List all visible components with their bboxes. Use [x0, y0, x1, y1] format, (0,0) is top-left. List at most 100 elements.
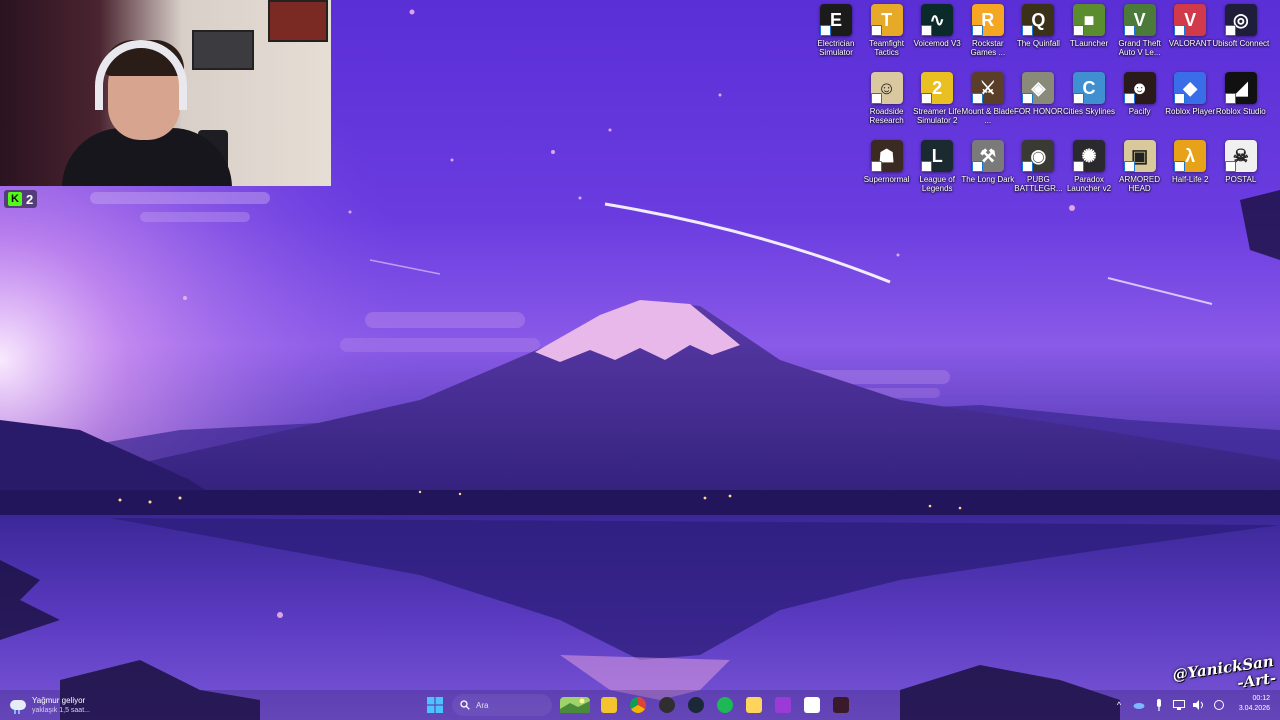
pubg-icon: ◉ [1022, 140, 1055, 172]
spotify-icon [717, 697, 733, 713]
wall-poster-car [268, 0, 328, 42]
desktop-shortcut[interactable]: ■ TLauncher [1063, 4, 1115, 66]
desktop-shortcut[interactable]: V Grand Theft Auto V Le... [1114, 4, 1166, 66]
supernormal-icon: ☗ [870, 140, 903, 172]
desktop-shortcut-label: Half-Life 2 [1171, 175, 1209, 184]
armored-head-icon: ▣ [1123, 140, 1156, 172]
ubisoft-connect-icon: ◎ [1224, 4, 1257, 36]
teamfight-tactics-icon: T [870, 4, 903, 36]
desktop-shortcut[interactable]: ⚒ The Long Dark [961, 140, 1015, 202]
rockstar-games-icon: R [971, 4, 1004, 36]
start-button[interactable] [424, 694, 446, 716]
pacify-icon: ☻ [1123, 72, 1156, 104]
microphone-icon[interactable] [1152, 698, 1166, 712]
desktop-shortcut-label: League of Legends [919, 175, 955, 193]
chevron-up-icon[interactable]: ^ [1112, 698, 1126, 712]
desktop-shortcut[interactable]: ☻ Pacify [1114, 72, 1166, 134]
desktop-shortcut-label: TLauncher [1069, 39, 1109, 48]
desktop-shortcut[interactable]: T Teamfight Tactics [861, 4, 913, 66]
desktop-shortcut[interactable]: C Cities Skylines [1063, 72, 1115, 134]
search-icon [460, 700, 470, 710]
desktop-shortcut-label: Paradox Launcher v2 [1066, 175, 1112, 193]
desktop-shortcut[interactable]: λ Half-Life 2 [1164, 140, 1216, 202]
desktop-shortcut[interactable]: ☠ POSTAL [1215, 140, 1267, 202]
desktop-shortcut[interactable]: ▣ ARMORED HEAD [1114, 140, 1166, 202]
volume-icon[interactable] [1192, 698, 1206, 712]
clock-time: 00:12 [1252, 695, 1270, 702]
desktop-shortcut[interactable]: ☺ Roadside Research [861, 72, 913, 134]
quinfall-icon: Q [1022, 4, 1055, 36]
desktop-shortcut[interactable]: 2 Streamer Life Simulator 2 [911, 72, 963, 134]
desktop-shortcut[interactable]: R Rockstar Games ... [962, 4, 1014, 66]
desktop-shortcut-label: Mount & Blade ... [961, 107, 1015, 125]
viewer-count: 2 [26, 191, 34, 207]
taskbar-app-files[interactable] [743, 694, 765, 716]
desktop-shortcut[interactable]: ☗ Supernormal [861, 140, 913, 202]
app-icon [775, 697, 791, 713]
taskbar-search[interactable]: Ara [452, 694, 552, 716]
desktop-shortcut-label: Roblox Studio [1215, 107, 1266, 116]
cities-skylines-icon: C [1073, 72, 1105, 104]
desktop-shortcut-label: Pacify [1128, 107, 1151, 116]
weather-widget[interactable]: Yağmur geliyor yaklaşık 1,5 saat... [10, 692, 90, 718]
desktop-shortcut[interactable]: ✺ Paradox Launcher v2 [1063, 140, 1115, 202]
widgets-landscape-icon [560, 697, 590, 713]
battery-icon[interactable] [1212, 698, 1226, 712]
desktop-shortcut-label: The Quinfall [1016, 39, 1060, 48]
taskbar-app-app-purple[interactable] [772, 694, 794, 716]
desktop-shortcut[interactable]: ◉ PUBG BATTLEGR... [1012, 140, 1064, 202]
folder-icon [746, 697, 762, 713]
desktop-shortcut-label: Cities Skylines [1062, 107, 1115, 116]
widgets-button[interactable] [558, 694, 592, 716]
windows-logo-icon [427, 697, 443, 713]
desktop-shortcut-label: Grand Theft Auto V Le... [1118, 39, 1161, 57]
desktop-shortcut-label: POSTAL [1225, 175, 1257, 184]
desktop-shortcut[interactable]: E Electrician Simulator [810, 4, 862, 66]
desktop-shortcut-label: Roblox Player [1165, 107, 1216, 116]
kick-viewer-badge: K 2 [4, 190, 38, 208]
league-of-legends-icon: L [921, 140, 954, 172]
cloud-sync-icon[interactable] [1132, 698, 1146, 712]
desktop-shortcut[interactable]: Q The Quinfall [1012, 4, 1064, 66]
for-honor-icon: ◈ [1022, 72, 1055, 104]
taskbar-app-file-explorer[interactable] [598, 694, 620, 716]
webcam-overlay [0, 0, 331, 186]
desktop-shortcut-label: Roadside Research [869, 107, 904, 125]
desktop-shortcut-label: Teamfight Tactics [869, 39, 904, 57]
desktop-shortcut[interactable]: ◎ Ubisoft Connect [1212, 4, 1269, 66]
kick-logo-icon: K [8, 192, 22, 206]
network-icon[interactable] [1172, 698, 1186, 712]
taskbar-app-steam[interactable] [685, 694, 707, 716]
taskbar-app-chrome[interactable] [627, 694, 649, 716]
streamer-life-simulator-icon: 2 [921, 72, 954, 104]
taskbar-app-app-dark[interactable] [830, 694, 852, 716]
taskbar-app-spotify[interactable] [714, 694, 736, 716]
taskbar-center: Ara [424, 692, 852, 718]
desktop-shortcut[interactable]: ⚔ Mount & Blade ... [962, 72, 1014, 134]
folder-icon [601, 697, 617, 713]
desktop-shortcut-label: Voicemod V3 [913, 39, 961, 48]
rain-cloud-icon [10, 700, 26, 714]
pinned-apps [598, 694, 852, 716]
electrician-simulator-icon: E [820, 4, 852, 36]
taskbar-clock[interactable]: 00:12 3.04.2026 [1226, 694, 1270, 714]
taskbar-app-store[interactable] [801, 694, 823, 716]
desktop-shortcut[interactable]: ◈ FOR HONOR [1012, 72, 1064, 134]
desktop-shortcut-label: The Long Dark [961, 175, 1015, 184]
taskbar-app-obs[interactable] [656, 694, 678, 716]
desktop-shortcut[interactable]: ◢ Roblox Studio [1215, 72, 1267, 134]
desktop-shortcut-label: PUBG BATTLEGR... [1014, 175, 1063, 193]
wall-poster [192, 30, 254, 70]
desktop-shortcut[interactable]: L League of Legends [911, 140, 963, 202]
store-icon [804, 697, 820, 713]
desktop-shortcut-label: Rockstar Games ... [970, 39, 1006, 57]
paradox-launcher-icon: ✺ [1073, 140, 1105, 172]
valorant-icon: V [1174, 4, 1207, 36]
desktop-shortcut[interactable]: ∿ Voicemod V3 [911, 4, 963, 66]
desktop-shortcut[interactable]: ◆ Roblox Player [1164, 72, 1216, 134]
system-tray: ^ [1112, 692, 1226, 718]
steam-icon [688, 697, 704, 713]
tlauncher-icon: ■ [1073, 4, 1105, 36]
desktop-shortcut[interactable]: V VALORANT [1164, 4, 1216, 66]
clock-date: 3.04.2026 [1238, 705, 1270, 712]
